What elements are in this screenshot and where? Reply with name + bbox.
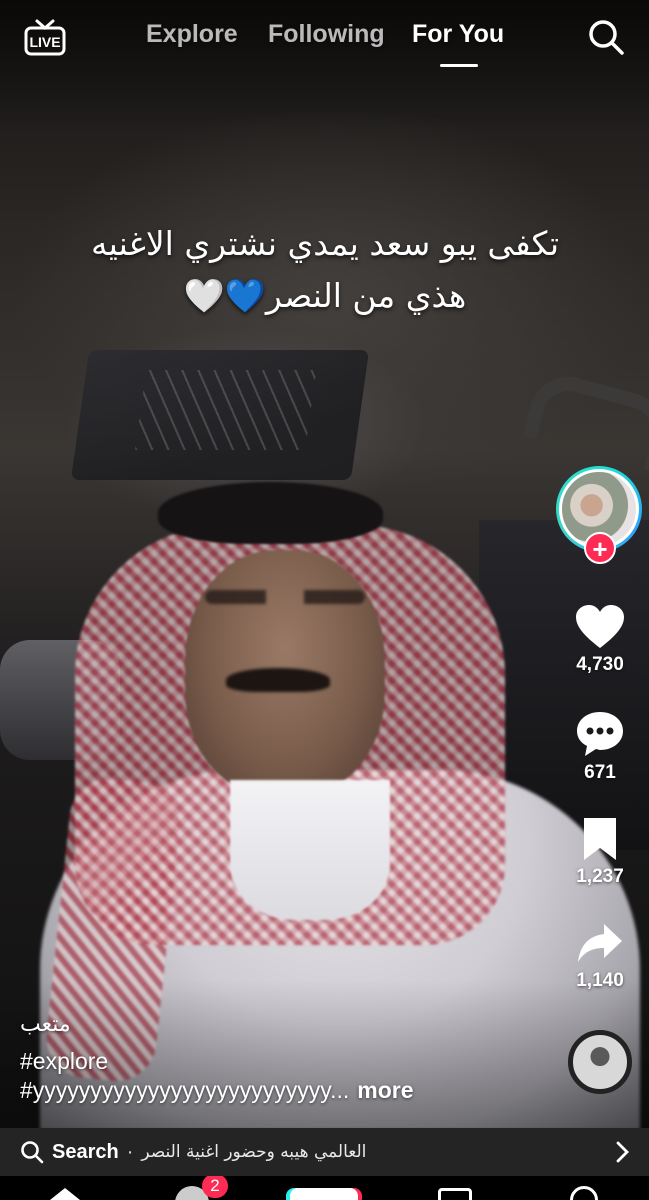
creator-avatar[interactable]: +	[556, 466, 642, 564]
tab-explore[interactable]: Explore	[146, 20, 238, 49]
share-count: 1,140	[576, 970, 624, 991]
notification-badge: 2	[202, 1176, 228, 1198]
search-icon	[21, 1141, 44, 1164]
separator-dot: ·	[126, 1140, 134, 1163]
chevron-right-icon	[616, 1141, 629, 1163]
caption-line-2: هذي من النصر💙🤍	[183, 276, 467, 315]
heart-icon	[576, 605, 624, 648]
comment-count: 671	[584, 762, 616, 783]
feed-tabs: Explore Following For You	[0, 20, 649, 70]
like-button[interactable]: 4,730	[556, 604, 644, 676]
comment-button[interactable]: 671	[556, 710, 644, 784]
hashtag-truncated[interactable]: #yyyyyyyyyyyyyyyyyyyyyyyyyy...	[20, 1077, 349, 1103]
comment-icon	[577, 712, 623, 756]
search-icon[interactable]	[587, 18, 625, 56]
share-arrow-icon	[578, 924, 622, 962]
search-query: العالمي هيبه وحضور اغنية النصر	[141, 1142, 367, 1162]
save-count: 1,237	[576, 866, 624, 887]
home-icon[interactable]	[45, 1188, 85, 1200]
author-name[interactable]: متعب	[20, 1012, 71, 1037]
more-link[interactable]: more	[357, 1077, 413, 1103]
video-caption: تكفى يبو سعد يمدي نشتري الاغنيه هذي من ا…	[30, 218, 620, 322]
tab-following[interactable]: Following	[268, 20, 385, 49]
bottom-nav: 2	[0, 1176, 649, 1200]
caption-line-1: تكفى يبو سعد يمدي نشتري الاغنيه	[90, 224, 560, 263]
search-label: Search	[52, 1140, 119, 1163]
follow-plus-button[interactable]: +	[584, 532, 616, 564]
video-subject	[0, 0, 649, 1128]
description-line: #yyyyyyyyyyyyyyyyyyyyyyyyyy... more	[20, 1077, 550, 1104]
active-tab-indicator	[440, 64, 478, 67]
profile-icon[interactable]	[570, 1186, 598, 1200]
create-button[interactable]	[290, 1188, 358, 1200]
inbox-icon[interactable]	[438, 1188, 472, 1200]
like-count: 4,730	[576, 654, 624, 675]
video-player[interactable]	[0, 0, 649, 1128]
tab-for-you[interactable]: For You	[412, 20, 504, 49]
save-button[interactable]: 1,237	[556, 816, 644, 888]
hashtag-explore[interactable]: #explore	[20, 1048, 108, 1075]
search-suggestion-bar[interactable]: Search · العالمي هيبه وحضور اغنية النصر	[0, 1128, 649, 1176]
sound-disc[interactable]	[568, 1030, 632, 1094]
bookmark-icon	[584, 818, 616, 860]
share-button[interactable]: 1,140	[556, 922, 644, 992]
